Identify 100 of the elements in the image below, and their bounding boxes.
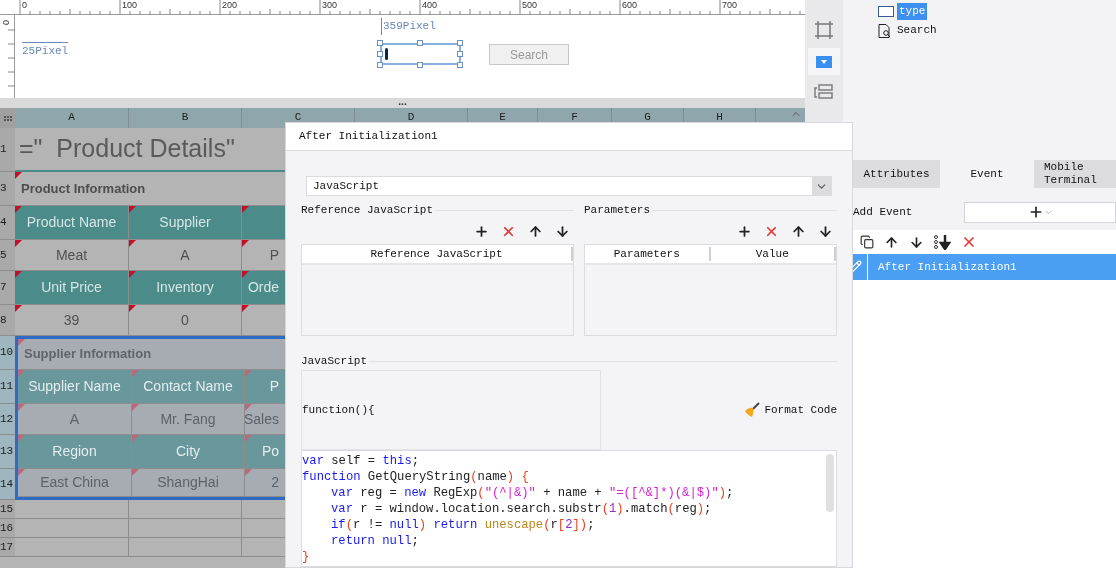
ruler-label: 400 (422, 1, 438, 10)
corner-mark (132, 469, 139, 476)
corner-mark (15, 305, 22, 312)
row-number: 14 (0, 469, 15, 500)
row-number: 17 (0, 538, 15, 557)
cell-text: A (69, 409, 80, 429)
cell-text: Contact Name (143, 377, 233, 396)
splitter-handle[interactable]: ... (398, 98, 407, 108)
arrow-down-icon[interactable] (555, 223, 570, 239)
corner-mark (129, 305, 136, 312)
code-line: var reg = new RegExp("(^|&)" + name + "=([^&]*)(&|$)"); (331, 485, 734, 501)
guide-label: 25Pixel (22, 42, 69, 60)
ruler-label: 0 (1, 20, 10, 25)
code-line: var r = window.location.search.substr(1).match(reg); (331, 501, 712, 517)
corner-mark (245, 370, 252, 377)
list-icon[interactable] (814, 84, 834, 100)
code-line: var self = this; (302, 453, 420, 469)
corner-mark (132, 404, 139, 411)
cell-text: A (180, 245, 190, 265)
cell-text: Mr. Fang (160, 409, 216, 429)
corner-mark (15, 240, 22, 247)
row-number: 11 (0, 370, 15, 404)
row-number: 3 (0, 172, 15, 206)
row-number: 15 (0, 500, 15, 519)
text-input-field[interactable] (380, 43, 461, 65)
cell-text: Inventory (156, 278, 214, 297)
language-select[interactable]: JavaScript (306, 176, 832, 196)
cell-text: City (175, 442, 201, 461)
cell-text: Sales (243, 409, 279, 429)
ruler-label: 200 (222, 1, 238, 10)
code-line: if(r != null) return unescape(r[2]); (331, 517, 595, 533)
ruler-label: 600 (622, 1, 638, 10)
add-icon[interactable] (474, 223, 489, 239)
arrow-down-icon[interactable] (818, 223, 833, 239)
dialog-title: After Initialization1 (299, 129, 438, 145)
move-to-bottom-icon[interactable] (934, 234, 951, 250)
corner-mark (242, 240, 249, 247)
frame-icon[interactable] (815, 21, 833, 39)
corner-mark (18, 435, 25, 442)
corner-mark (15, 271, 22, 278)
copy-icon[interactable] (860, 235, 874, 249)
search-document-icon (878, 23, 892, 38)
cell-text: P (269, 377, 279, 396)
ruler-label: 500 (522, 1, 538, 10)
scrollbar-thumb[interactable] (826, 454, 834, 512)
cell-text: P (269, 245, 279, 265)
corner-mark (132, 370, 139, 377)
grid-dots-icon (3, 115, 12, 121)
cell-text: East China (40, 473, 109, 492)
panel-tab[interactable]: Mobile Terminal (1034, 160, 1116, 188)
dropdown-tool-button[interactable] (808, 48, 840, 75)
code-editor[interactable] (301, 450, 837, 567)
resize-handle[interactable] (417, 40, 423, 46)
add-icon[interactable] (737, 223, 752, 239)
textbox-icon (878, 6, 894, 17)
code-line: function GetQueryString(name) { (302, 469, 529, 485)
corner-mark (242, 206, 249, 213)
corner-mark (245, 469, 252, 476)
section-title: Reference JavaScript (301, 202, 434, 218)
corner-mark (15, 206, 22, 213)
function-header: function(){ (302, 402, 375, 418)
code-line: return null; (331, 533, 419, 549)
corner-mark (129, 271, 136, 278)
arrow-down-icon[interactable] (909, 234, 924, 250)
resize-handle[interactable] (417, 62, 423, 68)
cell-text: Meat (55, 245, 88, 265)
row-number: 4 (0, 206, 15, 240)
ruler-label: 0 (22, 1, 27, 10)
row-number: 5 (0, 240, 15, 271)
corner-mark (18, 370, 25, 377)
cell-text: =" Product Details" (19, 133, 235, 165)
section-title: JavaScript (301, 353, 367, 369)
format-code-button[interactable]: Format Code (744, 401, 837, 419)
cell-text: 0 (181, 310, 189, 330)
corner-mark (15, 172, 22, 179)
row-number: 16 (0, 519, 15, 538)
row-number: 1 (0, 128, 15, 172)
row-number: 13 (0, 435, 15, 469)
ruler-label: 700 (722, 1, 738, 10)
ruler-label: 100 (122, 1, 138, 10)
cell-text: 39 (63, 310, 80, 330)
row-number: 7 (0, 271, 15, 305)
corner-mark (18, 404, 25, 411)
row-number: 8 (0, 305, 15, 336)
column-header[interactable]: Parameters (585, 247, 711, 261)
add-event-label: Add Event (853, 204, 914, 220)
cell-text: Supplier (159, 213, 211, 232)
corner-mark (129, 206, 136, 213)
corner-mark (129, 240, 136, 247)
ruler-label: 300 (322, 1, 338, 10)
outline-item[interactable]: Search (895, 22, 939, 39)
cell-text: Supplier Name (28, 377, 121, 396)
cell-text: Po (261, 442, 279, 461)
cell-text: Product Information (21, 179, 146, 198)
cell-text: Supplier Information (24, 345, 152, 364)
column-header[interactable]: Value (710, 247, 836, 261)
corner-mark (245, 435, 252, 442)
delete-icon[interactable] (961, 234, 977, 250)
guide-label: 359Pixel (381, 18, 436, 35)
row-number: 10 (0, 336, 15, 370)
